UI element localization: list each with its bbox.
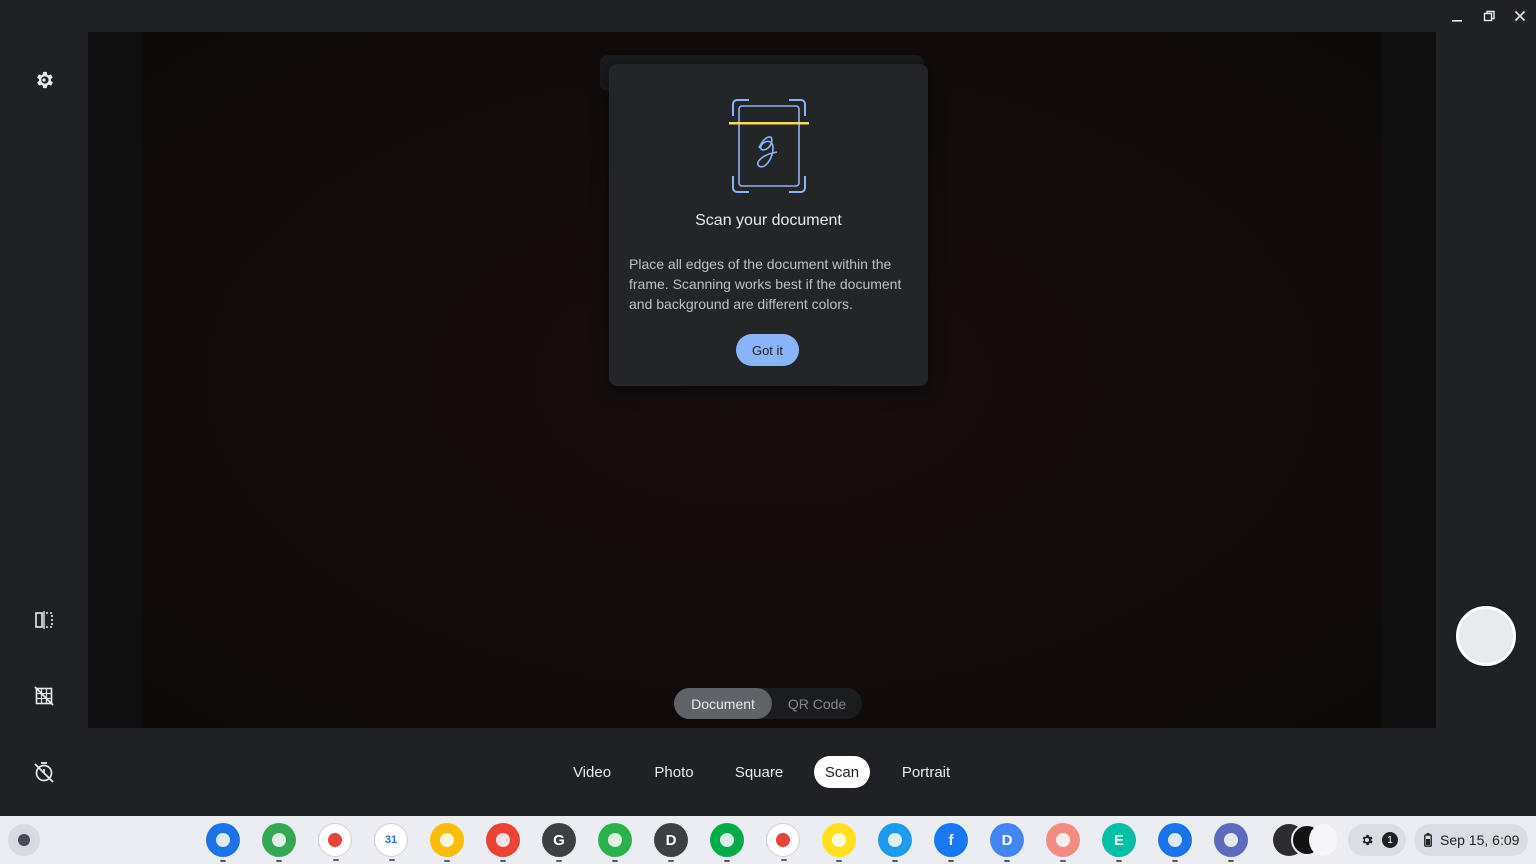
feedly-glyph [608, 833, 622, 847]
shutter-button[interactable] [1456, 606, 1516, 666]
d-app-icon[interactable]: D [654, 823, 688, 862]
camera-app-window: Scan your document Place all edges of th… [0, 0, 1536, 816]
dialog-body-text: Place all edges of the document within t… [629, 256, 902, 312]
running-indicator [444, 860, 450, 862]
battery-icon [1424, 833, 1432, 852]
running-indicator [948, 860, 954, 862]
running-indicator [892, 860, 898, 862]
g-app-icon[interactable]: G [542, 823, 576, 862]
camera-glyph [1168, 833, 1182, 847]
photos-glyph [776, 833, 790, 847]
calc-app-icon[interactable] [1046, 823, 1080, 862]
running-indicator [612, 860, 618, 862]
notification-count-badge: 1 [1382, 832, 1398, 848]
e-app-icon[interactable]: E [1102, 823, 1136, 862]
running-indicator [220, 860, 226, 862]
doodle-glyph [1224, 833, 1238, 847]
restore-icon[interactable] [1478, 6, 1500, 26]
docs-scanner-icon[interactable]: D [990, 823, 1024, 862]
chat-glyph [720, 833, 734, 847]
scan-type-toggle: Document QR Code [674, 688, 862, 719]
status-tray[interactable]: Sep 15, 6:09 [1414, 824, 1528, 856]
settings-gear-icon[interactable] [31, 67, 57, 93]
scan-type-document[interactable]: Document [674, 688, 772, 719]
mode-selector: Video Photo Square Scan Portrait [0, 756, 1536, 788]
g-app-glyph: G [553, 831, 565, 849]
e-app-glyph: E [1113, 831, 1124, 849]
chat-icon[interactable] [710, 823, 744, 862]
facebook-glyph: f [948, 831, 954, 849]
twitter-glyph [888, 833, 902, 847]
running-indicator [668, 860, 674, 862]
mailchimp-glyph [832, 833, 846, 847]
running-indicator [500, 860, 506, 862]
keep-icon[interactable] [430, 823, 464, 862]
scan-dialog: Scan your document Place all edges of th… [609, 64, 928, 386]
docs-scanner-glyph: D [1001, 831, 1013, 849]
doodle-icon[interactable] [1214, 823, 1248, 862]
running-indicator [333, 859, 339, 861]
shelf: 31 G Df D E 1 Sep 15, 6:09 [0, 816, 1536, 864]
files-glyph [216, 833, 230, 847]
calendar-icon[interactable]: 31 [374, 823, 408, 861]
got-it-button[interactable]: Got it [736, 334, 799, 366]
feedly-icon[interactable] [598, 823, 632, 862]
mode-photo[interactable]: Photo [644, 756, 704, 788]
minimize-icon[interactable] [1446, 6, 1468, 26]
launcher-button[interactable] [8, 824, 40, 856]
launcher-icon [18, 834, 30, 846]
running-indicator [1060, 860, 1066, 862]
running-indicator [276, 860, 282, 862]
keep-glyph [440, 833, 454, 847]
running-indicator [389, 859, 395, 861]
files-icon[interactable] [206, 823, 240, 862]
mode-square[interactable]: Square [728, 756, 790, 788]
mirror-icon[interactable] [31, 607, 57, 633]
running-indicator [836, 860, 842, 862]
scan-type-qr-code[interactable]: QR Code [774, 688, 860, 719]
running-indicator [556, 860, 562, 862]
mode-portrait[interactable]: Portrait [892, 756, 960, 788]
dialog-title: Scan your document [695, 212, 842, 229]
running-indicator [1172, 860, 1178, 862]
photos-icon[interactable] [766, 823, 800, 861]
do-not-disturb-gear-icon [1360, 833, 1374, 852]
chrome-glyph [272, 833, 286, 847]
gmail-glyph [328, 833, 342, 847]
notification-tray[interactable]: 1 [1348, 824, 1406, 856]
mailchimp-icon[interactable] [822, 823, 856, 862]
twitter-icon[interactable] [878, 823, 912, 862]
holding-space-thumbnail-3 [1309, 824, 1337, 856]
date-time: Sep 15, 6:09 [1440, 832, 1520, 848]
facebook-icon[interactable]: f [934, 823, 968, 862]
running-indicator [1004, 860, 1010, 862]
chrome-icon[interactable] [262, 823, 296, 862]
running-indicator [1116, 860, 1122, 862]
calendar-glyph: 31 [384, 834, 398, 846]
camera-icon[interactable] [1158, 823, 1192, 862]
close-icon[interactable] [1509, 6, 1531, 26]
running-indicator [781, 859, 787, 861]
chrome-canary-glyph [496, 833, 510, 847]
gmail-icon[interactable] [318, 823, 352, 861]
document-scan-illustration-icon [729, 99, 809, 193]
running-indicator [1228, 860, 1234, 862]
mode-video[interactable]: Video [562, 756, 622, 788]
grid-off-icon[interactable] [31, 683, 57, 709]
running-indicator [724, 860, 730, 862]
chrome-canary-icon[interactable] [486, 823, 520, 862]
d-app-glyph: D [665, 831, 677, 849]
calc-app-glyph [1056, 833, 1070, 847]
holding-space-tray[interactable] [1271, 824, 1337, 856]
mode-scan[interactable]: Scan [814, 756, 870, 788]
